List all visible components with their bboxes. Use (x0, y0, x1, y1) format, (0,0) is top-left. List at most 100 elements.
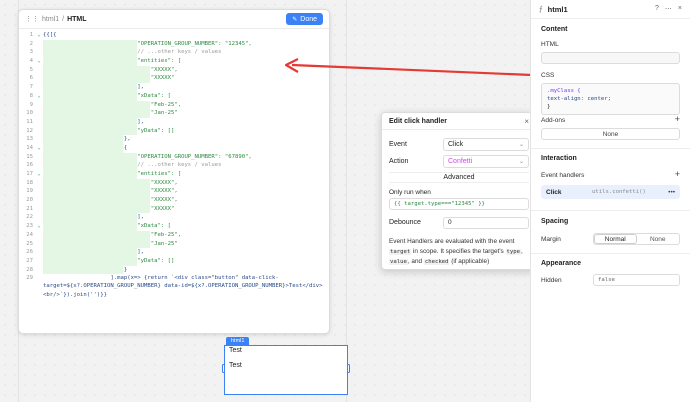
code-line[interactable]: 15 "OPERATION_GROUP_NUMBER": "67890", (19, 152, 329, 162)
line-number: 28 (26, 266, 33, 273)
html1-component[interactable]: Test Test (222, 345, 350, 395)
code-line[interactable]: 2 "OPERATION_GROUP_NUMBER": "12345", (19, 39, 329, 49)
line-number: 19 (26, 188, 33, 195)
component-tag[interactable]: html1 (226, 337, 250, 345)
code-line[interactable]: 22 ], (19, 213, 329, 223)
fold-chevron-icon[interactable] (35, 109, 43, 118)
fold-chevron-icon[interactable]: ⌄ (35, 31, 43, 40)
component-test-1[interactable]: Test (229, 347, 242, 354)
fold-chevron-icon[interactable] (35, 118, 43, 127)
css-input[interactable]: .myClass { text-align: center; } (541, 83, 680, 115)
code-line[interactable]: 14 ⌄ { (19, 143, 329, 153)
event-select[interactable]: Click ⌄ (443, 138, 529, 151)
fold-chevron-icon[interactable]: ⌄ (35, 92, 43, 101)
fold-chevron-icon[interactable]: ⌄ (35, 144, 43, 153)
fold-chevron-icon[interactable] (35, 127, 43, 136)
code-line[interactable]: 18 "XXXXX", (19, 178, 329, 188)
fold-chevron-icon[interactable] (35, 48, 43, 57)
code-line[interactable]: 26 ], (19, 248, 329, 257)
fold-chevron-icon[interactable] (35, 153, 43, 162)
code-line[interactable]: 20 "XXXXX", (19, 196, 329, 205)
code-line[interactable]: 17 ⌄ "entities": [ (19, 170, 329, 179)
fold-chevron-icon[interactable] (35, 66, 43, 75)
code-line[interactable]: 27 "yData": [] (19, 256, 329, 266)
advanced-toggle[interactable]: Advanced (389, 172, 529, 183)
fold-chevron-icon[interactable] (35, 83, 43, 92)
component-test-2[interactable]: Test (229, 362, 242, 369)
handler-more-icon[interactable]: ••• (668, 189, 675, 196)
code-line[interactable]: 21 "XXXXX" (19, 204, 329, 214)
handler-action: utils.confetti() (592, 189, 646, 195)
fold-chevron-icon[interactable]: ⌄ (35, 170, 43, 179)
event-handler-note: Event Handlers are evaluated with the ev… (382, 231, 536, 267)
code-line[interactable]: 1 ⌄{{[{ (19, 31, 329, 40)
edit-click-handler-popover: Edit click handler × Event Click ⌄ Actio… (381, 112, 537, 270)
fold-chevron-icon[interactable] (35, 248, 43, 257)
code-text: ], (43, 213, 329, 223)
spacing-section: Spacing (531, 218, 690, 225)
fold-chevron-icon[interactable] (35, 213, 43, 222)
fold-chevron-icon[interactable] (35, 196, 43, 205)
addons-none-button[interactable]: None (541, 128, 680, 140)
code-line[interactable]: 10 "Jan-25" (19, 109, 329, 118)
done-label: Done (300, 15, 317, 23)
fold-chevron-icon[interactable] (35, 231, 43, 240)
margin-row: Margin Normal None (531, 233, 690, 245)
fold-chevron-icon[interactable] (35, 187, 43, 196)
code-line[interactable]: 29 ].map(x=> {return `<div class="button… (19, 274, 329, 299)
margin-normal-option[interactable]: Normal (594, 234, 637, 244)
header-icons: ? ⋯ × (655, 5, 682, 13)
hidden-input[interactable]: false (593, 274, 680, 286)
component-name[interactable]: html1 (548, 5, 568, 14)
fold-chevron-icon[interactable] (35, 135, 43, 144)
line-number: 26 (26, 249, 33, 256)
divider (531, 148, 690, 149)
code-line[interactable]: 28 } (19, 265, 329, 275)
action-select[interactable]: Confetti ⌄ (443, 155, 529, 168)
add-addon-icon[interactable]: + (675, 114, 680, 124)
code-line[interactable]: 8 ⌄ "xData": [ (19, 91, 329, 101)
interaction-section: Interaction (531, 155, 690, 162)
code-line[interactable]: 23 ⌄ "xData": [ (19, 222, 329, 231)
fold-chevron-icon[interactable] (35, 40, 43, 49)
code-line[interactable]: 13 }, (19, 135, 329, 144)
code-line[interactable]: 16 // ...other keys / values (19, 161, 329, 170)
css-line-3: } (547, 104, 551, 110)
close-icon[interactable]: × (678, 5, 682, 13)
breadcrumb-parent[interactable]: html1 (42, 16, 59, 23)
event-handler-item[interactable]: Click utils.confetti() ••• (541, 185, 680, 199)
resize-handle-right[interactable] (347, 364, 350, 373)
fold-chevron-icon[interactable] (35, 74, 43, 83)
debounce-input[interactable]: 0 (443, 216, 529, 229)
code-line[interactable]: 11 ], (19, 117, 329, 127)
event-handlers-label: Event handlers (541, 172, 585, 179)
code-line[interactable]: 9 "Feb-25", (19, 100, 329, 110)
fold-chevron-icon[interactable] (35, 205, 43, 214)
component-type-icon: ⨍ (539, 6, 543, 13)
fold-chevron-icon[interactable] (35, 257, 43, 266)
fold-chevron-icon[interactable] (35, 101, 43, 110)
code-line[interactable]: 25 "Jan-25" (19, 239, 329, 249)
code-line[interactable]: 19 "XXXXX", (19, 187, 329, 197)
fold-chevron-icon[interactable]: ⌄ (35, 222, 43, 231)
fold-chevron-icon[interactable] (35, 179, 43, 188)
drag-handle-icon[interactable]: ⋮⋮ (25, 15, 39, 23)
fold-chevron-icon[interactable] (35, 266, 43, 275)
note-type: type (505, 249, 521, 255)
add-event-handler-icon[interactable]: + (675, 169, 680, 179)
appearance-title: Appearance (541, 260, 582, 267)
fold-chevron-icon[interactable] (35, 161, 43, 170)
resize-handle-left[interactable] (222, 364, 225, 373)
margin-none-option[interactable]: None (637, 234, 680, 244)
fold-chevron-icon[interactable] (35, 240, 43, 249)
only-run-when-input[interactable]: {{ target.type==="12345" }} (389, 198, 529, 210)
fold-chevron-icon[interactable]: ⌄ (35, 57, 43, 66)
line-number: 7 (29, 84, 33, 91)
help-icon[interactable]: ? (655, 5, 659, 13)
done-button[interactable]: ✎ Done (286, 13, 323, 25)
html-input[interactable] (541, 52, 680, 64)
code-line[interactable]: 12 "yData": [] (19, 126, 329, 136)
close-icon[interactable]: × (524, 117, 529, 126)
more-icon[interactable]: ⋯ (665, 5, 672, 13)
code-line[interactable]: 24 "Feb-25", (19, 230, 329, 240)
